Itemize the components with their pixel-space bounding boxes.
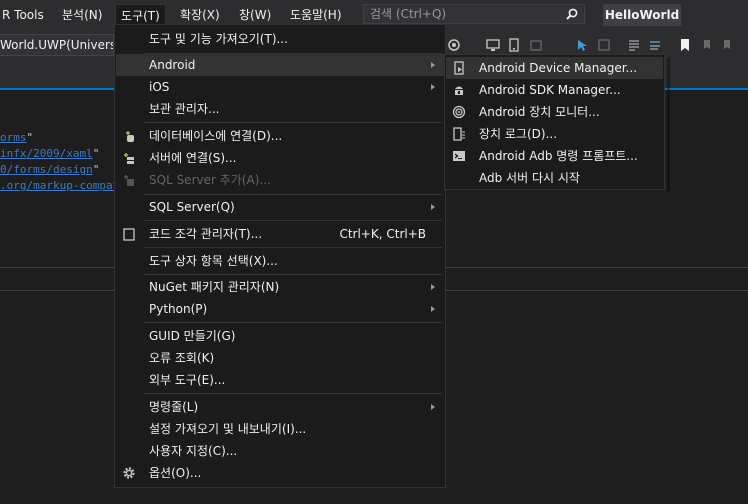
menu-item-android[interactable]: Android [116,54,444,76]
align-icon[interactable] [627,38,641,52]
snippet-manager-icon [123,228,135,241]
menu-item-add-sql-server: SQL Server 추가(A)... [116,169,444,191]
menu-item-connect-database[interactable]: 데이터베이스에 연결(D)... [116,125,444,147]
menu-item-external-tools[interactable]: 외부 도구(E)... [116,369,444,391]
search-icon[interactable] [566,8,578,20]
menu-separator [144,322,442,323]
menu-item-create-guid[interactable]: GUID 만들기(G) [116,325,444,347]
menu-item-archive-manager[interactable]: 보관 관리자... [116,98,444,120]
adb-prompt-icon [453,151,465,161]
search-box[interactable]: 검색 (Ctrl+Q) [363,4,585,24]
server-connect-icon [124,153,134,164]
startup-project-dropdown[interactable]: World.UWP(Universal Windows) [0,34,114,56]
menu-r-tools[interactable]: R Tools [0,5,49,25]
tablet-icon[interactable] [507,38,521,52]
submenu-item-device-log[interactable]: 장치 로그(D)... [446,123,663,145]
menu-item-connect-server[interactable]: 서버에 연결(S)... [116,147,444,169]
menu-separator [144,247,442,248]
menu-item-choose-toolbox-items[interactable]: 도구 상자 항목 선택(X)... [116,250,444,272]
menu-separator [144,122,442,123]
menu-separator [144,274,442,275]
device-monitor-icon [452,105,466,119]
code-line: infx/2009/xaml" [0,147,100,160]
next-bookmark-icon[interactable] [720,38,734,52]
menu-item-ios[interactable]: iOS [116,76,444,98]
sdk-manager-icon [455,86,463,95]
device-manager-icon [454,61,464,75]
menu-item-get-tools[interactable]: 도구 및 기능 가져오기(T)... [116,28,444,50]
submenu-arrow-icon [431,62,435,68]
android-submenu: Android Device Manager... Android SDK Ma… [444,54,665,190]
code-line: 0/forms/design" [0,163,100,176]
device-icon[interactable] [529,38,543,52]
submenu-shadow [667,58,670,192]
menu-item-sql-server[interactable]: SQL Server(Q) [116,196,444,218]
submenu-arrow-icon [431,284,435,290]
submenu-item-adb-prompt[interactable]: Android Adb 명령 프롬프트... [446,145,663,167]
menu-analyze[interactable]: 분석(N) [57,5,107,25]
submenu-arrow-icon [431,84,435,90]
layout-icon[interactable] [597,38,611,52]
submenu-arrow-icon [431,306,435,312]
comment-icon[interactable] [648,38,662,52]
menu-help[interactable]: 도움말(H) [285,5,347,25]
tools-menu: 도구 및 기능 가져오기(T)... Android iOS 보관 관리자...… [114,24,446,488]
submenu-item-device-manager[interactable]: Android Device Manager... [446,57,663,79]
submenu-arrow-icon [431,404,435,410]
menu-item-snippet-manager[interactable]: 코드 조각 관리자(T)... Ctrl+K, Ctrl+B [116,223,444,245]
submenu-arrow-icon [431,204,435,210]
sql-server-add-icon [124,175,134,186]
menu-item-options[interactable]: 옵션(O)... [116,462,444,484]
bookmark-icon[interactable] [678,38,692,52]
menu-extensions[interactable]: 확장(X) [175,5,225,25]
menu-item-command-line[interactable]: 명령줄(L) [116,396,444,418]
menu-item-error-lookup[interactable]: 오류 조회(K) [116,347,444,369]
target-icon[interactable] [447,38,461,52]
menu-item-import-export-settings[interactable]: 설정 가져오기 및 내보내기(I)... [116,418,444,440]
submenu-item-sdk-manager[interactable]: Android SDK Manager... [446,79,663,101]
menu-item-customize[interactable]: 사용자 지정(C)... [116,440,444,462]
menu-separator [144,393,442,394]
gear-icon [123,467,135,479]
menu-item-nuget[interactable]: NuGet 패키지 관리자(N) [116,276,444,298]
submenu-item-device-monitor[interactable]: Android 장치 모니터... [446,101,663,123]
step-cursor-icon[interactable] [576,38,590,52]
menu-window[interactable]: 창(W) [234,5,276,25]
menu-item-python[interactable]: Python(P) [116,298,444,320]
code-line: orms" [0,131,34,144]
device-log-icon [453,127,465,141]
menu-separator [144,194,442,195]
solution-title: HelloWorld [603,4,681,26]
menu-separator [144,220,442,221]
prev-bookmark-icon[interactable] [700,38,714,52]
database-connect-icon [126,131,134,142]
monitor-icon[interactable] [486,38,500,52]
submenu-item-restart-adb[interactable]: Adb 서버 다시 시작 [446,167,663,189]
search-placeholder: 검색 (Ctrl+Q) [370,7,447,21]
